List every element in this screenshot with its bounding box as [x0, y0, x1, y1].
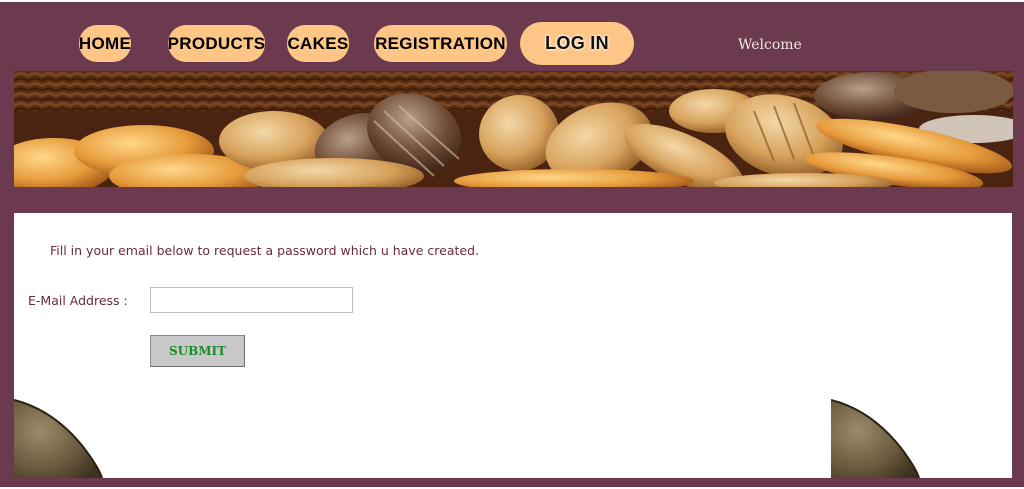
nav-home-button[interactable]: HOME — [79, 25, 131, 62]
email-label: E-Mail Address : — [28, 293, 128, 308]
nav-registration-button[interactable]: REGISTRATION — [374, 25, 507, 62]
page-frame: HOME PRODUCTS CAKES REGISTRATION LOG IN … — [0, 0, 1024, 489]
password-request-panel: Fill in your email below to request a pa… — [14, 213, 1012, 478]
nav-login-button[interactable]: LOG IN — [520, 22, 634, 65]
welcome-text: Welcome — [738, 37, 802, 53]
email-input[interactable] — [150, 287, 353, 313]
nav-products-button[interactable]: PRODUCTS — [168, 25, 265, 62]
instruction-text: Fill in your email below to request a pa… — [50, 243, 479, 258]
bread-decoration-right — [831, 399, 920, 478]
submit-button[interactable]: SUBMIT — [150, 335, 245, 367]
bread-banner-image — [14, 71, 1013, 187]
bread-decoration-left — [14, 399, 103, 478]
nav-cakes-button[interactable]: CAKES — [287, 25, 349, 62]
